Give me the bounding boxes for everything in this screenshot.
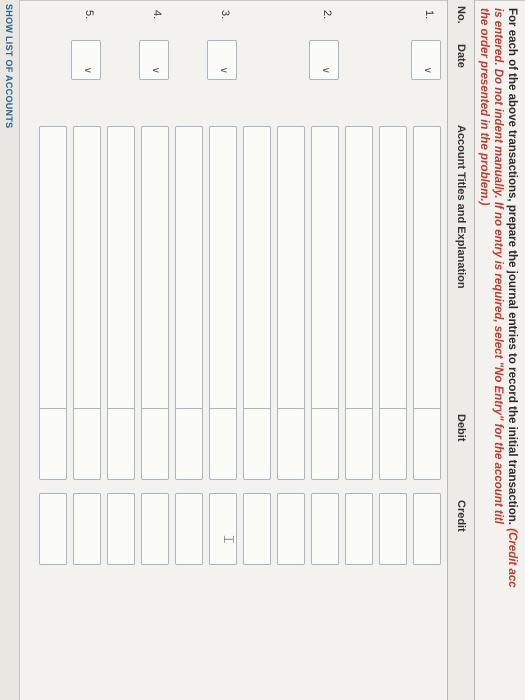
account-title-input[interactable] (107, 126, 135, 418)
header-date: Date (455, 44, 467, 68)
chevron-down-icon: ∨ (82, 66, 93, 74)
entry-number: 2. (321, 10, 333, 20)
credit-input[interactable] (379, 493, 407, 565)
credit-input[interactable] (243, 493, 271, 565)
debit-input[interactable] (413, 408, 441, 480)
credit-input[interactable] (345, 493, 373, 565)
debit-input[interactable] (345, 408, 373, 480)
account-title-input[interactable] (209, 126, 237, 418)
account-title-input[interactable] (413, 126, 441, 418)
debit-input[interactable] (141, 408, 169, 480)
debit-input[interactable] (175, 408, 203, 480)
header-credit: Credit (455, 500, 467, 532)
chevron-down-icon: ∨ (150, 66, 161, 74)
debit-input[interactable] (107, 408, 135, 480)
account-title-input[interactable] (311, 126, 339, 418)
credit-input[interactable] (413, 493, 441, 565)
text-cursor-icon: ⌶ (221, 535, 237, 544)
debit-input[interactable] (209, 408, 237, 480)
credit-input[interactable] (209, 493, 237, 565)
date-select-entry-4[interactable]: ∨ (139, 40, 169, 80)
account-title-input[interactable] (277, 126, 305, 418)
debit-input[interactable] (39, 408, 67, 480)
account-title-input[interactable] (39, 126, 67, 418)
account-title-input[interactable] (243, 126, 271, 418)
account-title-input[interactable] (73, 126, 101, 418)
credit-input[interactable] (277, 493, 305, 565)
credit-input[interactable] (175, 493, 203, 565)
debit-input[interactable] (243, 408, 271, 480)
account-title-input[interactable] (345, 126, 373, 418)
table-header: No. Date Account Titles and Explanation … (447, 0, 475, 700)
journal-entry-page: For each of the above transactions, prep… (0, 0, 525, 700)
header-no: No. (455, 6, 467, 24)
credit-input[interactable] (141, 493, 169, 565)
footer-bar: SHOW LIST OF ACCOUNTS (0, 0, 20, 700)
instruction-line-3: the order presented in the problem.) (478, 8, 490, 206)
credit-input[interactable] (311, 493, 339, 565)
entry-number: 4. (151, 10, 163, 20)
debit-input[interactable] (311, 408, 339, 480)
debit-input[interactable] (379, 408, 407, 480)
account-title-input[interactable] (175, 126, 203, 418)
date-select-entry-1[interactable]: ∨ (411, 40, 441, 80)
instruction-line-2: is entered. Do not indent manually. If n… (492, 8, 504, 524)
date-select-entry-3[interactable]: ∨ (207, 40, 237, 80)
chevron-down-icon: ∨ (422, 66, 433, 74)
header-debit: Debit (455, 414, 467, 442)
debit-input[interactable] (73, 408, 101, 480)
entry-number: 5. (83, 10, 95, 20)
entry-number: 1. (423, 10, 435, 20)
instruction-line-1: For each of the above transactions, prep… (506, 8, 518, 529)
date-select-entry-5[interactable]: ∨ (71, 40, 101, 80)
credit-input[interactable] (39, 493, 67, 565)
account-title-input[interactable] (379, 126, 407, 418)
header-account: Account Titles and Explanation (455, 125, 467, 289)
credit-input[interactable] (107, 493, 135, 565)
chevron-down-icon: ∨ (218, 66, 229, 74)
credit-input[interactable] (73, 493, 101, 565)
instruction-line-1-red: (Credit acc (506, 528, 518, 588)
instruction-text: For each of the above transactions, prep… (477, 8, 519, 700)
show-list-of-accounts-button[interactable]: SHOW LIST OF ACCOUNTS (2, 4, 16, 128)
chevron-down-icon: ∨ (320, 66, 331, 74)
date-select-entry-2[interactable]: ∨ (309, 40, 339, 80)
entry-number: 3. (219, 10, 231, 20)
debit-input[interactable] (277, 408, 305, 480)
account-title-input[interactable] (141, 126, 169, 418)
